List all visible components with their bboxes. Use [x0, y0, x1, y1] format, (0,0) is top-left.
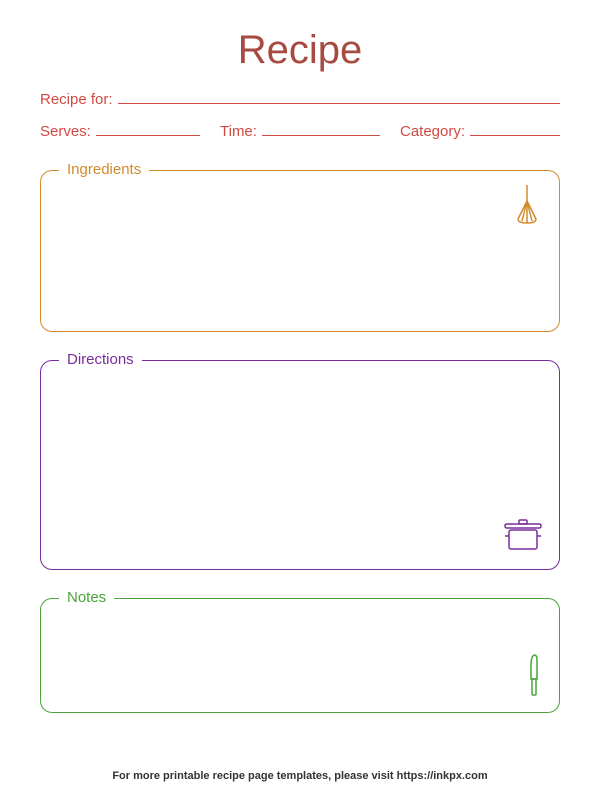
directions-label: Directions	[59, 351, 142, 368]
recipe-for-blank	[118, 88, 560, 104]
recipe-for-label: Recipe for:	[40, 91, 113, 108]
time-blank	[262, 120, 380, 136]
pot-icon	[502, 518, 544, 557]
notes-label: Notes	[59, 589, 114, 606]
serves-label: Serves:	[40, 123, 91, 140]
recipe-for-row: Recipe for:	[40, 88, 560, 108]
category-blank	[470, 120, 560, 136]
category-label: Category:	[400, 123, 465, 140]
notes-section: Notes	[40, 598, 560, 713]
serves-field: Serves:	[40, 120, 200, 140]
meta-row: Serves: Time: Category:	[40, 120, 560, 140]
ingredients-label: Ingredients	[59, 161, 149, 178]
time-label: Time:	[220, 123, 257, 140]
time-field: Time:	[220, 120, 380, 140]
ingredients-section: Ingredients	[40, 170, 560, 332]
whisk-icon	[510, 183, 544, 230]
page-title: Recipe	[40, 28, 560, 73]
directions-section: Directions	[40, 360, 560, 570]
knife-icon	[527, 653, 541, 702]
footer-text: For more printable recipe page templates…	[0, 770, 600, 782]
serves-blank	[96, 120, 200, 136]
category-field: Category:	[400, 120, 560, 140]
